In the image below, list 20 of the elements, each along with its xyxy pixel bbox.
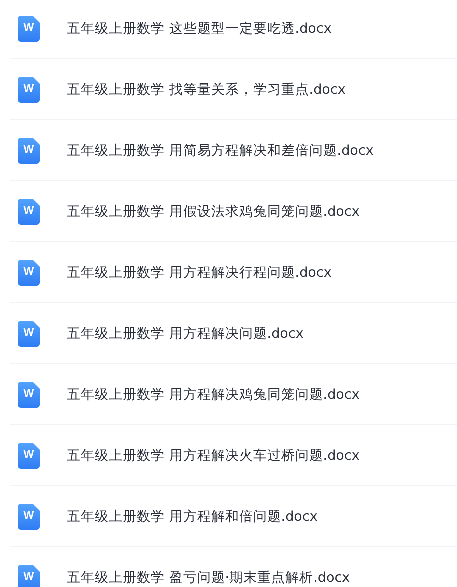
file-name[interactable]: 五年级上册数学 用方程解决问题.docx <box>67 324 304 342</box>
file-name[interactable]: 五年级上册数学 用方程解决鸡兔同笼问题.docx <box>67 386 360 404</box>
word-file-icon: W <box>18 138 40 164</box>
file-name[interactable]: 五年级上册数学 用简易方程解决和差倍问题.docx <box>67 142 374 160</box>
file-name[interactable]: 五年级上册数学 这些题型一定要吃透.docx <box>67 20 332 38</box>
word-file-icon: W <box>18 76 40 102</box>
word-file-icon: W <box>18 198 40 224</box>
word-file-icon: W <box>18 320 40 346</box>
word-file-icon: W <box>18 442 40 468</box>
word-file-icon: W <box>18 260 40 286</box>
file-name[interactable]: 五年级上册数学 用方程解和倍问题.docx <box>67 508 318 526</box>
word-file-icon: W <box>18 382 40 408</box>
word-file-icon: W <box>18 564 40 587</box>
file-name[interactable]: 五年级上册数学 盈亏问题·期末重点解析.docx <box>67 568 350 586</box>
file-name[interactable]: 五年级上册数学 用方程解决行程问题.docx <box>67 264 332 282</box>
file-name[interactable]: 五年级上册数学 找等量关系，学习重点.docx <box>67 80 346 98</box>
file-name[interactable]: 五年级上册数学 用方程解决火车过桥问题.docx <box>67 446 360 464</box>
word-file-icon: W <box>18 16 40 42</box>
file-name[interactable]: 五年级上册数学 用假设法求鸡兔同笼问题.docx <box>67 202 360 220</box>
word-file-icon: W <box>18 504 40 530</box>
